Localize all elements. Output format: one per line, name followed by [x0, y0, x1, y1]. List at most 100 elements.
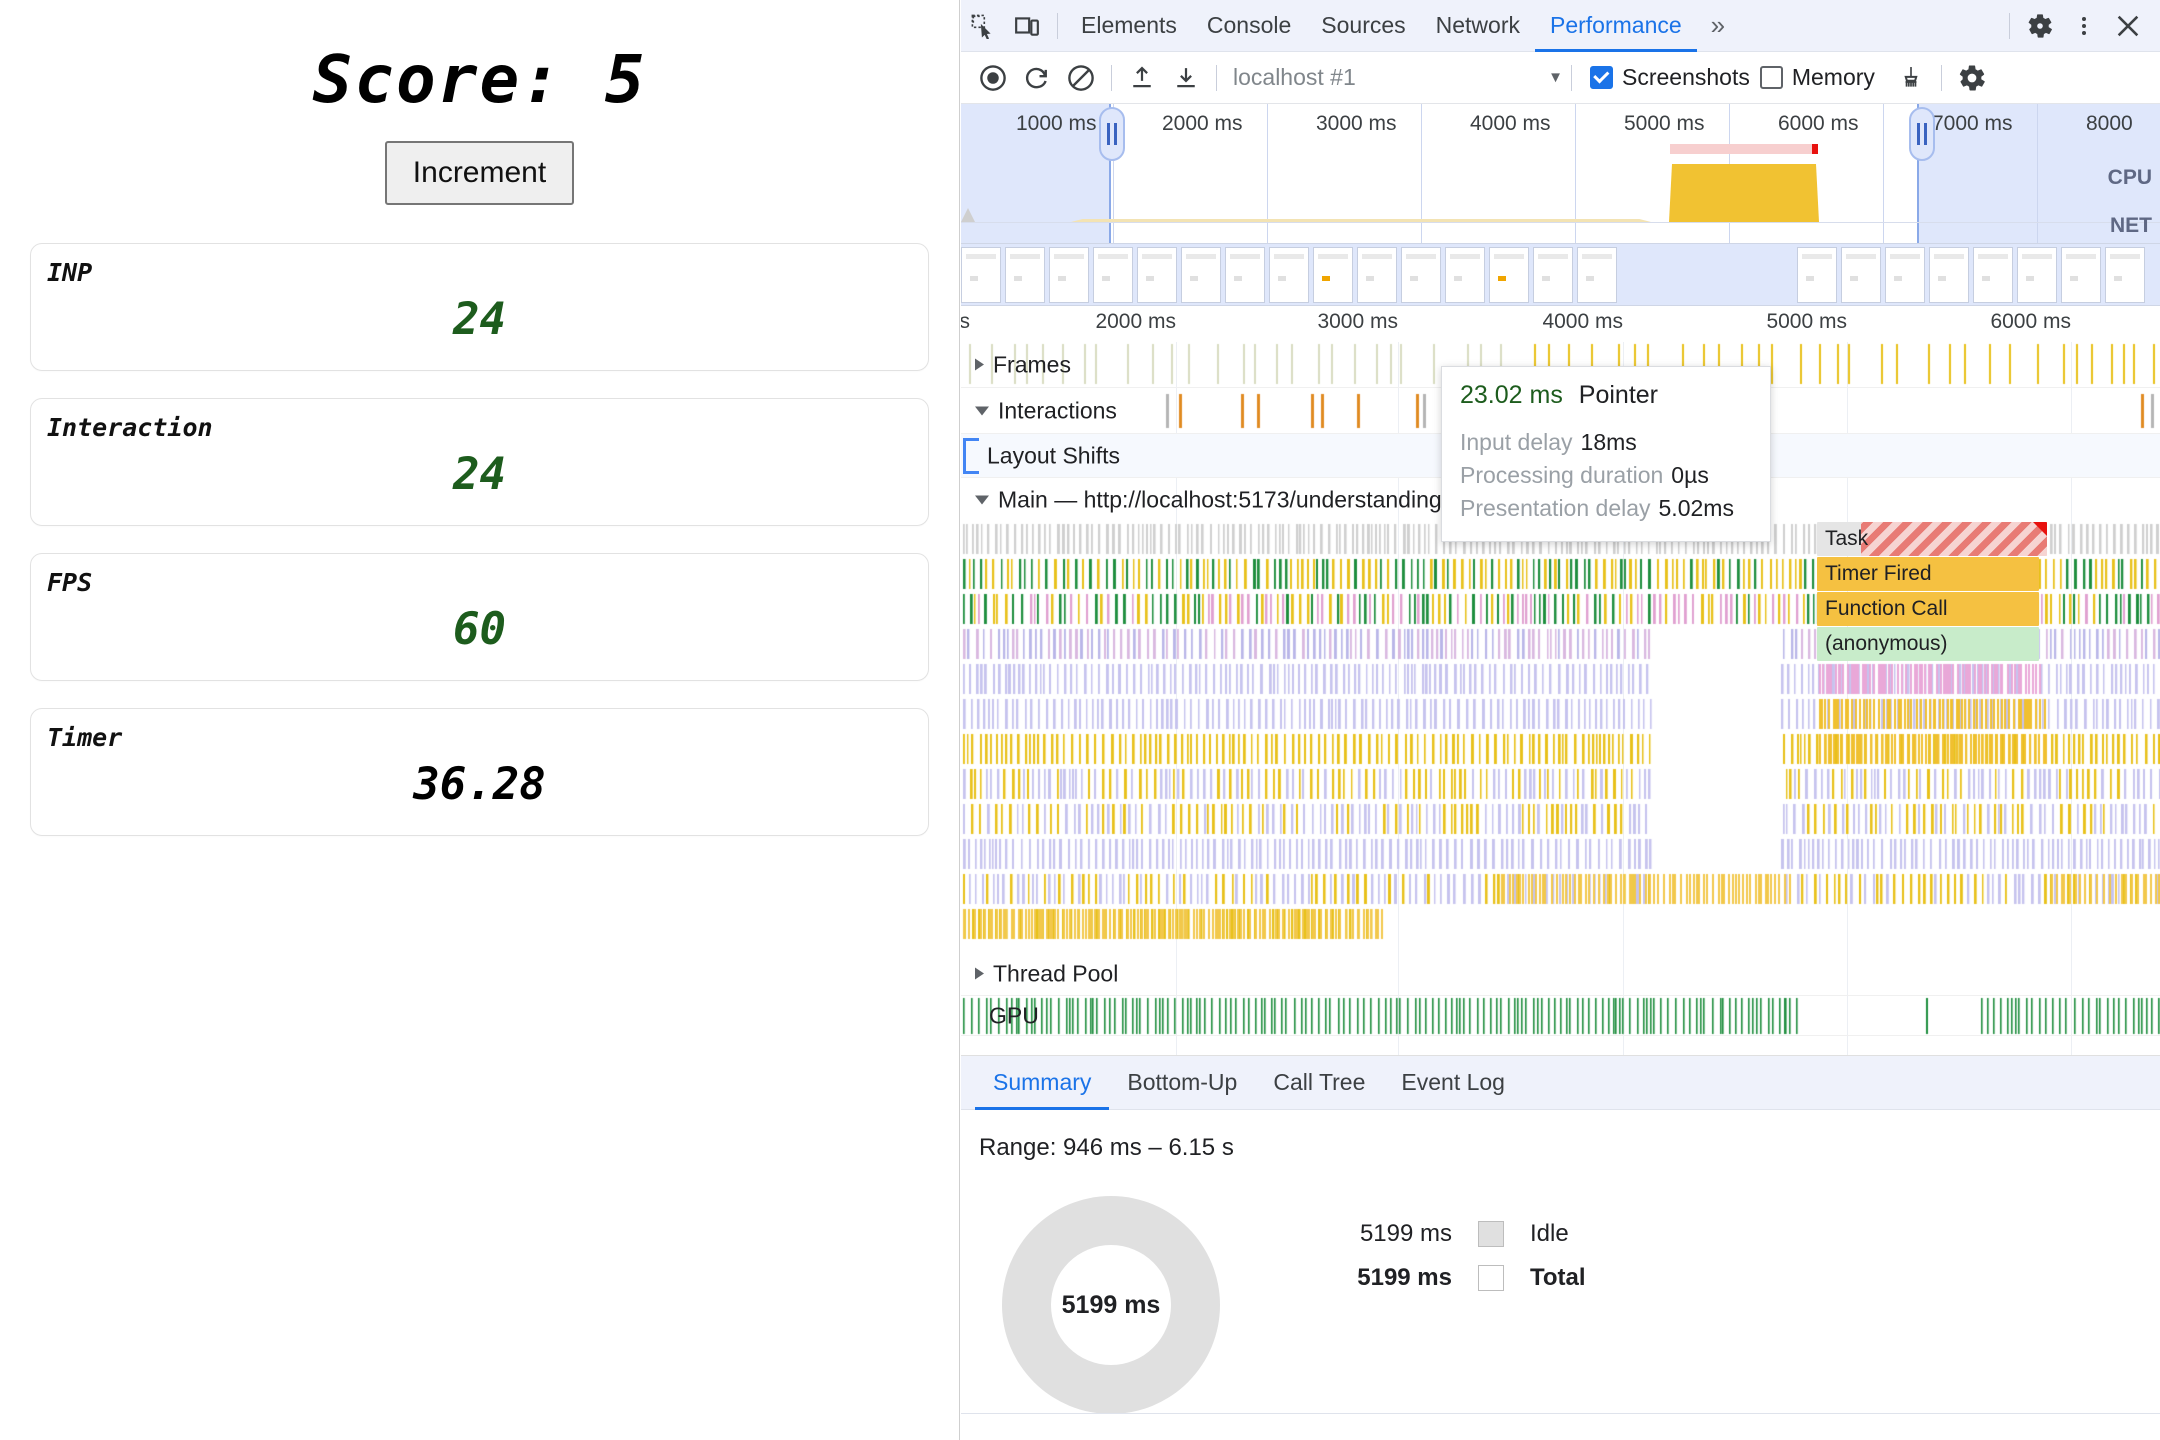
- cpu-activity-spike: [961, 208, 975, 222]
- overview-cpu-track: [961, 164, 2160, 222]
- flame-tick: 6000 ms: [1990, 310, 2071, 333]
- summary-donut-chart[interactable]: 5199 ms: [1002, 1196, 1220, 1414]
- metric-label: Interaction: [47, 413, 213, 443]
- pane-bottom-edge: [961, 1413, 2160, 1414]
- overview-row-label-net: NET: [2110, 214, 2152, 237]
- legend-swatch: [1478, 1221, 1504, 1247]
- tooltip-row-input-delay: Input delay 18ms: [1460, 429, 1637, 455]
- overview-row-label-cpu: CPU: [2107, 166, 2152, 189]
- tab-summary[interactable]: Summary: [975, 1056, 1109, 1110]
- capture-settings-gear-icon[interactable]: [1950, 58, 1994, 98]
- chevron-right-icon[interactable]: [975, 358, 984, 371]
- screenshots-label: Screenshots: [1622, 64, 1750, 90]
- legend-value: 5199 ms: [1359, 1220, 1452, 1247]
- tab-elements[interactable]: Elements: [1066, 0, 1192, 52]
- tab-network[interactable]: Network: [1421, 0, 1535, 52]
- overview-tick: 4000 ms: [1470, 112, 1551, 135]
- chevron-double-right-icon[interactable]: »: [1697, 0, 1739, 52]
- chevron-down-icon[interactable]: [975, 495, 989, 505]
- timeline-overview[interactable]: 1000 ms 2000 ms 3000 ms 4000 ms 5000 ms …: [961, 104, 2160, 244]
- tab-sources[interactable]: Sources: [1306, 0, 1420, 52]
- devtools-tabbar-actions: [2001, 6, 2160, 46]
- flame-tick: 3000 ms: [1317, 310, 1398, 333]
- range-text: Range: 946 ms – 6.15 s: [979, 1134, 1234, 1161]
- chevron-down-icon[interactable]: [975, 406, 989, 415]
- legend-row-total[interactable]: 5199 ms Total: [1320, 1264, 1586, 1292]
- overview-tick: 2000 ms: [1162, 112, 1243, 135]
- memory-checkbox-row[interactable]: Memory: [1759, 64, 1875, 91]
- metric-card-fps: FPS 60: [30, 553, 929, 682]
- cpu-activity-blob: [1669, 164, 1819, 222]
- upload-profile-icon[interactable]: [1120, 58, 1164, 98]
- toolbar-divider: [1111, 64, 1112, 91]
- tab-call-tree[interactable]: Call Tree: [1255, 1056, 1383, 1110]
- overview-window-right-handle[interactable]: [1909, 107, 1935, 161]
- event-bar-task[interactable]: Task: [1817, 522, 2047, 556]
- track-layout-shifts-title[interactable]: Layout Shifts: [987, 442, 1120, 469]
- metric-value: 60: [453, 604, 506, 656]
- web-page-under-test: Score: 5 Increment INP 24 Interaction 24…: [0, 0, 960, 1440]
- flame-tick: 2000 ms: [1095, 310, 1176, 333]
- metric-label: Timer: [47, 723, 123, 753]
- gpu-events: [961, 996, 2160, 1036]
- event-bar-anonymous[interactable]: (anonymous): [1817, 627, 2039, 661]
- screenshots-checkbox[interactable]: [1590, 66, 1613, 89]
- flame-chart[interactable]: s 2000 ms 3000 ms 4000 ms 5000 ms 6000 m…: [961, 306, 2160, 1056]
- settings-gear-icon[interactable]: [2018, 6, 2062, 46]
- screenshot-root: Score: 5 Increment INP 24 Interaction 24…: [0, 0, 2160, 1440]
- tooltip-row-presentation-delay: Presentation delay 5.02ms: [1460, 495, 1734, 522]
- devtools-panel: Elements Console Sources Network Perform…: [961, 0, 2160, 1440]
- screenshots-checkbox-row[interactable]: Screenshots: [1590, 64, 1750, 91]
- memory-checkbox[interactable]: [1759, 66, 1783, 89]
- reload-and-record-icon[interactable]: [1015, 58, 1059, 98]
- screenshot-filmstrip[interactable]: [961, 244, 2160, 306]
- tab-console[interactable]: Console: [1192, 0, 1306, 52]
- chevron-right-icon[interactable]: [975, 967, 984, 980]
- event-bar-timer-fired[interactable]: Timer Fired: [1817, 557, 2039, 591]
- overview-window-left-handle[interactable]: [1099, 107, 1125, 161]
- metric-card-timer: Timer 36.28: [30, 708, 929, 837]
- toolbar-divider: [1216, 64, 1217, 91]
- track-main-title[interactable]: Main — http://localhost:5173/understandi…: [975, 487, 1442, 514]
- summary-legend: 5199 ms Idle 5199 ms Total: [1320, 1220, 1586, 1308]
- legend-label: Idle: [1530, 1220, 1569, 1247]
- more-options-icon[interactable]: [2062, 6, 2106, 46]
- main-flame-rows[interactable]: Task Timer Fired Function Call (anonymou…: [961, 522, 2160, 952]
- metric-card-list: INP 24 Interaction 24 FPS 60 Timer 36.28: [30, 243, 929, 837]
- track-frames-title[interactable]: Frames: [975, 351, 1071, 378]
- tooltip-event-name: Pointer: [1578, 381, 1659, 409]
- summary-pane: Range: 946 ms – 6.15 s 5199 ms 5199 ms I…: [961, 1110, 2160, 1414]
- performance-toolbar: localhost #1 ▼ Screenshots Memory: [961, 52, 2160, 104]
- clear-icon[interactable]: [1059, 58, 1103, 98]
- legend-value: 5199 ms: [1357, 1264, 1452, 1291]
- inspect-element-icon[interactable]: [961, 6, 1005, 46]
- tooltip-heading: 23.02 ms Pointer: [1460, 381, 1752, 410]
- increment-button[interactable]: Increment: [384, 141, 575, 206]
- track-gpu-title[interactable]: GPU: [989, 1002, 1039, 1029]
- overview-tick: 6000 ms: [1778, 112, 1859, 135]
- tab-event-log[interactable]: Event Log: [1383, 1056, 1523, 1110]
- devtools-tabbar: Elements Console Sources Network Perform…: [961, 0, 2160, 52]
- toolbar-divider: [2009, 12, 2010, 39]
- track-thread-pool[interactable]: Thread Pool: [961, 952, 2160, 996]
- record-icon[interactable]: [971, 58, 1015, 98]
- track-thread-pool-title[interactable]: Thread Pool: [975, 960, 1118, 987]
- collect-garbage-icon[interactable]: [1889, 58, 1933, 98]
- tab-performance[interactable]: Performance: [1535, 0, 1697, 52]
- track-interactions-title[interactable]: Interactions: [975, 397, 1117, 424]
- toolbar-divider: [1571, 64, 1572, 91]
- close-icon[interactable]: [2106, 6, 2150, 46]
- device-toolbar-icon[interactable]: [1005, 6, 1049, 46]
- profile-selector[interactable]: localhost #1 ▼: [1233, 64, 1563, 91]
- page-title: Score: 5: [312, 41, 647, 118]
- details-tabbar: Summary Bottom-Up Call Tree Event Log: [961, 1056, 2160, 1110]
- toolbar-divider: [1940, 64, 1942, 91]
- legend-row-idle[interactable]: 5199 ms Idle: [1320, 1220, 1586, 1248]
- overview-tick: 7000 ms: [1932, 112, 2013, 135]
- summary-body: 5199 ms 5199 ms Idle 5199 ms Total: [979, 1196, 2160, 1414]
- overview-tick: 8000: [2086, 112, 2133, 135]
- track-gpu[interactable]: GPU: [961, 996, 2160, 1036]
- download-profile-icon[interactable]: [1164, 58, 1208, 98]
- event-bar-function-call[interactable]: Function Call: [1817, 592, 2039, 626]
- tab-bottom-up[interactable]: Bottom-Up: [1109, 1056, 1255, 1110]
